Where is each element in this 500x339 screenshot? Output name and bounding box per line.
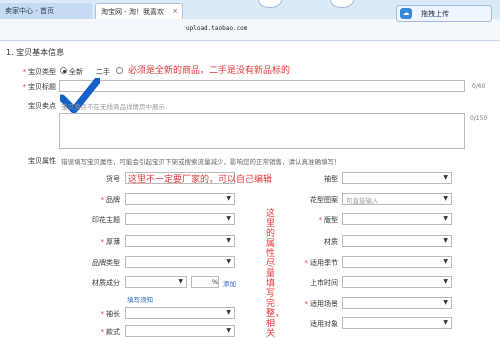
- attr-label-left: 材质成分: [92, 279, 120, 287]
- type-label: * 宝贝类型: [22, 68, 57, 76]
- chevron-down-icon: ▼: [443, 299, 448, 306]
- chevron-down-icon: ▼: [226, 195, 231, 202]
- scene-select[interactable]: ▼: [342, 297, 452, 309]
- chevron-down-icon: ▼: [178, 278, 183, 285]
- season-select[interactable]: ▼: [342, 256, 452, 268]
- attr-label: 宝贝属性: [28, 157, 56, 165]
- attr-label-left: 货号: [106, 175, 120, 183]
- annotation-article-no: 这里不一定要厂家的，可以自己编辑: [128, 175, 273, 185]
- decoration: [258, 0, 282, 8]
- attr-label-right: 适用对象: [310, 320, 338, 328]
- tab-label: 卖家中心 - 首页: [5, 7, 54, 15]
- drag-upload-label: 拖拽上传: [421, 10, 449, 18]
- chevron-down-icon: ▼: [226, 237, 231, 244]
- brand-type-select[interactable]: ▼: [125, 256, 235, 268]
- url-text: upload.taobao.com: [186, 25, 248, 32]
- tab-label: 淘宝网 - 淘！我喜欢: [101, 8, 164, 16]
- fit-select[interactable]: ▼: [342, 213, 452, 225]
- attr-label-right: * 版型: [318, 216, 339, 224]
- attr-label-left: * 厚薄: [100, 238, 121, 246]
- title-label: * 宝贝标题: [22, 83, 57, 91]
- browser-chrome: 卖家中心 - 首页 淘宝网 - 淘！我喜欢 × upload.taobao.co…: [0, 0, 500, 41]
- chevron-down-icon: ▼: [226, 258, 231, 265]
- attr-label-right: 上市时间: [310, 279, 338, 287]
- attr-label-right: 袖型: [324, 175, 338, 183]
- selling-counter: 0/150: [470, 115, 488, 122]
- attr-label-left: * 款式: [100, 328, 121, 336]
- radio-new[interactable]: [60, 67, 67, 74]
- drag-upload-button[interactable]: ☁ 拖拽上传: [396, 5, 492, 22]
- thickness-select[interactable]: ▼: [125, 235, 235, 247]
- attr-label-right: 材质: [324, 238, 338, 246]
- chevron-down-icon: ▼: [443, 319, 448, 326]
- attr-label-right: 花型图案: [310, 196, 338, 204]
- style-select[interactable]: ▼: [125, 325, 235, 337]
- launch-time-select[interactable]: ▼: [342, 276, 452, 288]
- brand-select[interactable]: ▼: [125, 193, 235, 205]
- chevron-down-icon: ▼: [443, 237, 448, 244]
- sleeve-length-select[interactable]: ▼: [125, 307, 235, 319]
- decoration: [330, 0, 354, 8]
- attr-label-left: 印花主题: [92, 216, 120, 224]
- address-bar[interactable]: upload.taobao.com: [0, 19, 500, 41]
- attr-label-left: * 袖长: [100, 310, 121, 318]
- chevron-down-icon: ▼: [226, 309, 231, 316]
- material-select[interactable]: ▼: [125, 276, 187, 288]
- target-select[interactable]: ▼: [342, 317, 452, 329]
- radio-used[interactable]: [116, 67, 123, 74]
- annotation-new-vs-used: 必须是全新的商品，二手是没有新品标的: [128, 66, 291, 76]
- print-theme-select[interactable]: ▼: [125, 213, 235, 225]
- pattern-placeholder: 可直接输入: [346, 197, 379, 205]
- selling-label: 宝贝卖点: [28, 102, 56, 110]
- chevron-down-icon: ▼: [443, 258, 448, 265]
- attr-label-right: * 适用季节: [304, 259, 339, 267]
- chevron-down-icon: ▼: [443, 195, 448, 202]
- option-used-label: 二手: [96, 68, 110, 76]
- attr-label-left: 品牌类型: [92, 259, 120, 267]
- title-counter: 0/60: [472, 83, 486, 90]
- chevron-down-icon: ▼: [443, 215, 448, 222]
- chevron-down-icon: ▼: [226, 215, 231, 222]
- add-link[interactable]: 添加: [223, 278, 236, 288]
- percent-sign: %: [212, 278, 219, 286]
- attr-label-right: * 适用场景: [304, 300, 339, 308]
- option-new-label: 全新: [69, 68, 83, 76]
- close-icon[interactable]: ×: [172, 7, 178, 15]
- pattern-select[interactable]: 可直接输入 ▼: [342, 193, 452, 205]
- tab-seller-center[interactable]: 卖家中心 - 首页: [0, 3, 92, 19]
- fabric-select[interactable]: ▼: [342, 235, 452, 247]
- chevron-down-icon: ▼: [443, 174, 448, 181]
- fill-guide-link[interactable]: 填写须知: [127, 294, 153, 304]
- cloud-icon: ☁: [400, 8, 412, 19]
- chevron-down-icon: ▼: [443, 278, 448, 285]
- section-title: 1. 宝贝基本信息: [6, 48, 65, 57]
- title-input[interactable]: [59, 80, 465, 92]
- selling-point-textarea[interactable]: [59, 113, 465, 149]
- selling-placeholder: 宝贝卖点不在无线商品详情页中展示: [61, 103, 165, 111]
- tab-taobao[interactable]: 淘宝网 - 淘！我喜欢 ×: [95, 3, 183, 19]
- annotation-attributes: 这里的属性尽量填写完整，相关: [266, 209, 285, 339]
- attr-label-left: * 品牌: [100, 196, 121, 204]
- sleeve-type-select[interactable]: ▼: [342, 172, 452, 184]
- attr-hint: 错误填写宝贝属性，可能会引起宝贝下架或搜索流量减少，影响您的正常销售，请认真准确…: [61, 158, 341, 166]
